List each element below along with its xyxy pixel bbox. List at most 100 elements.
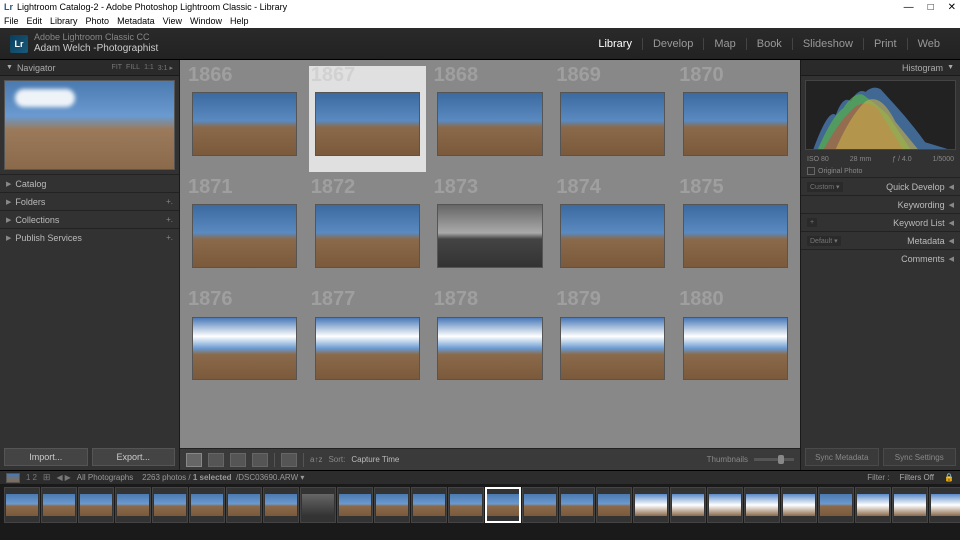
grid-cell[interactable]: 1878 [432, 290, 549, 396]
filter-lock-icon[interactable]: 🔒 [944, 473, 954, 482]
original-photo-row[interactable]: Original Photo [801, 165, 960, 177]
source-label[interactable]: All Photographs [77, 473, 133, 482]
panel-collections[interactable]: ▶Collections+. [0, 210, 179, 228]
grid-cell[interactable]: 1873 [432, 178, 549, 284]
add-icon[interactable]: +. [166, 233, 173, 242]
panel-quick-develop[interactable]: Custom ▾Quick Develop◀ [801, 177, 960, 195]
sync-settings-button[interactable]: Sync Settings [883, 448, 957, 466]
filmstrip[interactable] [0, 484, 960, 526]
filmstrip-thumb[interactable] [226, 487, 262, 523]
second-window-icon[interactable] [6, 473, 20, 483]
filmstrip-thumb[interactable] [707, 487, 743, 523]
loupe-view-icon[interactable] [208, 453, 224, 467]
module-slideshow[interactable]: Slideshow [792, 38, 863, 50]
filmstrip-thumb[interactable] [4, 487, 40, 523]
filmstrip-thumb[interactable] [411, 487, 447, 523]
filmstrip-thumb[interactable] [78, 487, 114, 523]
add-icon[interactable]: +. [166, 197, 173, 206]
close-button[interactable]: ✕ [948, 2, 956, 13]
menu-window[interactable]: Window [190, 16, 222, 26]
filmstrip-thumb[interactable] [559, 487, 595, 523]
grid-cell[interactable]: 1868 [432, 66, 549, 172]
filmstrip-thumb[interactable] [337, 487, 373, 523]
grid-cell[interactable]: 1870 [677, 66, 794, 172]
panel-keyword-list[interactable]: +Keyword List◀ [801, 213, 960, 231]
module-book[interactable]: Book [746, 38, 792, 50]
filter-dropdown[interactable]: Filters Off [896, 472, 939, 483]
grid-cell[interactable]: 1876 [186, 290, 303, 396]
filmstrip-thumb[interactable] [855, 487, 891, 523]
grid-cell[interactable]: 1879 [554, 290, 671, 396]
preset-dropdown[interactable]: Default ▾ [807, 236, 841, 246]
maximize-button[interactable]: □ [928, 2, 934, 13]
menu-file[interactable]: File [4, 16, 19, 26]
menu-edit[interactable]: Edit [27, 16, 43, 26]
filmstrip-thumb[interactable] [189, 487, 225, 523]
navigator-zoom-options[interactable]: FITFILL 1:1 3:1 ▸ [112, 64, 173, 72]
grid-cell[interactable]: 1872 [309, 178, 426, 284]
filmstrip-thumb[interactable] [596, 487, 632, 523]
menu-view[interactable]: View [163, 16, 182, 26]
grid-cell[interactable]: 1877 [309, 290, 426, 396]
navigator-header[interactable]: ▼ Navigator FITFILL1:13:1 ▸ [0, 60, 179, 76]
add-icon[interactable]: +. [166, 215, 173, 224]
thumbnail-size-slider[interactable] [754, 458, 794, 461]
nav-zoom-option[interactable]: FIT [112, 64, 123, 72]
sort-dropdown[interactable]: Capture Time [351, 455, 399, 464]
nav-zoom-option[interactable]: 1:1 [144, 64, 154, 72]
grid-cell[interactable]: 1867 [309, 66, 426, 172]
filmstrip-thumb[interactable] [41, 487, 77, 523]
current-file[interactable]: /DSC03690.ARW ▾ [236, 473, 304, 482]
filmstrip-thumb[interactable] [633, 487, 669, 523]
histogram-display[interactable] [805, 80, 956, 150]
module-print[interactable]: Print [863, 38, 907, 50]
menu-photo[interactable]: Photo [86, 16, 110, 26]
grid-toggle-icon[interactable]: ⊞ [43, 472, 51, 483]
panel-keywording[interactable]: Keywording◀ [801, 195, 960, 213]
back-forward-arrows[interactable]: ◀▶ [56, 473, 70, 482]
filmstrip-thumb[interactable] [263, 487, 299, 523]
nav-zoom-option[interactable]: 3:1 ▸ [158, 64, 173, 72]
grid-scroll[interactable]: 1866186718681869187018711872187318741875… [180, 60, 800, 448]
sync-metadata-button[interactable]: Sync Metadata [805, 448, 879, 466]
survey-view-icon[interactable] [252, 453, 268, 467]
menu-library[interactable]: Library [50, 16, 78, 26]
filmstrip-thumb[interactable] [892, 487, 928, 523]
grid-cell[interactable]: 1874 [554, 178, 671, 284]
identity-plate[interactable]: Adobe Lightroom Classic CC Adam Welch -P… [34, 33, 158, 54]
histogram-header[interactable]: Histogram ▼ [801, 60, 960, 76]
import-button[interactable]: Import... [4, 448, 88, 466]
add-icon[interactable]: + [807, 218, 817, 227]
filmstrip-thumb[interactable] [522, 487, 558, 523]
nav-zoom-option[interactable]: FILL [126, 64, 140, 72]
grid-cell[interactable]: 1875 [677, 178, 794, 284]
panel-publish-services[interactable]: ▶Publish Services+. [0, 228, 179, 246]
filmstrip-thumb[interactable] [115, 487, 151, 523]
menu-metadata[interactable]: Metadata [117, 16, 155, 26]
module-library[interactable]: Library [588, 38, 642, 50]
painter-tool-icon[interactable] [281, 453, 297, 467]
filmstrip-thumb[interactable] [374, 487, 410, 523]
nav-arrows[interactable]: 12 [26, 473, 37, 482]
grid-view-icon[interactable] [186, 453, 202, 467]
minimize-button[interactable]: — [904, 2, 914, 13]
panel-folders[interactable]: ▶Folders+. [0, 192, 179, 210]
filmstrip-thumb[interactable] [818, 487, 854, 523]
compare-view-icon[interactable] [230, 453, 246, 467]
filmstrip-thumb[interactable] [781, 487, 817, 523]
panel-comments[interactable]: Comments◀ [801, 249, 960, 267]
grid-cell[interactable]: 1866 [186, 66, 303, 172]
panel-metadata[interactable]: Default ▾Metadata◀ [801, 231, 960, 249]
module-develop[interactable]: Develop [642, 38, 703, 50]
module-web[interactable]: Web [907, 38, 950, 50]
filmstrip-thumb[interactable] [448, 487, 484, 523]
filmstrip-thumb[interactable] [744, 487, 780, 523]
module-map[interactable]: Map [703, 38, 745, 50]
panel-catalog[interactable]: ▶Catalog [0, 174, 179, 192]
grid-cell[interactable]: 1880 [677, 290, 794, 396]
export-button[interactable]: Export... [92, 448, 176, 466]
filmstrip-thumb[interactable] [300, 487, 336, 523]
menu-help[interactable]: Help [230, 16, 249, 26]
sort-direction-icon[interactable]: a↑z [310, 455, 322, 464]
preset-dropdown[interactable]: Custom ▾ [807, 182, 843, 192]
